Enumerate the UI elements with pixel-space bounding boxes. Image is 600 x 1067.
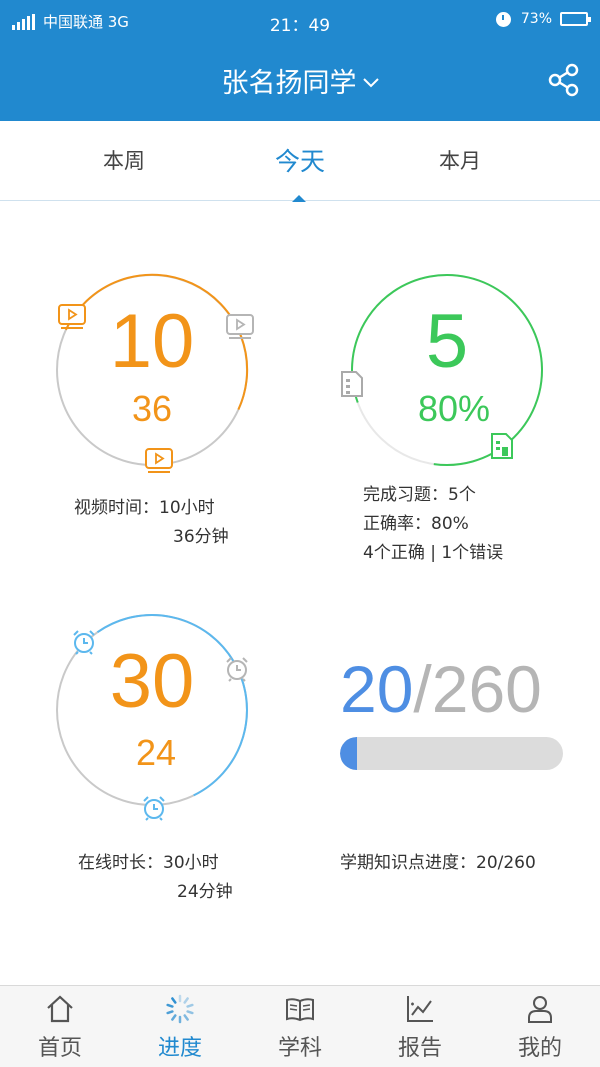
nav-mine-label: 我的 [517,1036,562,1061]
document-icon [340,370,364,402]
knowledge-progress-number: 20/260 [340,650,570,728]
tab-today[interactable]: 今天 [240,142,360,178]
battery-icon [560,12,591,26]
nav-progress-label: 进度 [157,1036,202,1061]
user-icon [528,996,552,1023]
tab-week[interactable]: 本周 [64,145,184,175]
book-icon [286,998,314,1022]
battery-text: 73% [520,11,552,27]
video-play-icon [58,304,86,334]
video-play-icon [226,314,254,344]
status-right: 73% [495,11,591,27]
knowledge-label: 学期知识点进度：20/260 [340,853,536,873]
online-line1: 30小时 [163,853,219,873]
nav-subjects[interactable]: 学科 [240,986,360,1067]
nav-subjects-label: 学科 [277,1036,322,1061]
nav-report[interactable]: 报告 [360,986,480,1067]
video-line2: 36分钟 [173,527,229,547]
exercise-label: 完成习题：5个 正确率：80% 4个正确 | 1个错误 [363,481,503,568]
alarm-status-icon [495,11,511,27]
status-bar: 中国联通 3G 21：49 73% [0,0,600,44]
knowledge-total: /260 [413,652,542,726]
share-icon[interactable] [546,62,582,98]
online-label: 在线时长： [78,853,163,873]
knowledge-progress-fill [340,737,358,770]
exercise-line2: 正确率：80% [363,514,469,534]
video-label: 视频时间： [74,498,159,518]
chevron-down-icon [362,60,379,100]
online-line2: 24分钟 [177,882,233,902]
video-time-label: 视频时间：10小时 36分钟 [74,494,229,552]
nav-progress[interactable]: 进度 [120,986,240,1067]
alarm-clock-icon [224,656,250,686]
video-time-widget[interactable]: 10 36 [54,272,250,468]
active-tab-indicator [292,195,306,202]
exercise-line1: 完成习题：5个 [363,485,476,505]
chart-icon [407,996,433,1022]
knowledge-done: 20 [340,652,414,726]
tab-month[interactable]: 本月 [400,145,520,175]
nav-home-label: 首页 [37,1036,82,1061]
online-minutes: 24 [135,732,177,773]
page-title: 张名扬同学 [221,68,357,99]
alarm-clock-icon [141,795,167,825]
exercise-accuracy: 80% [417,388,491,429]
exercise-line3: 4个正确 | 1个错误 [363,543,504,563]
period-tabs: 本周 今天 本月 [0,121,600,202]
alarm-clock-icon [71,629,97,659]
top-bar: 中国联通 3G 21：49 73% 张名扬同学 [0,0,600,121]
bottom-nav: 首页 进度 学科 报告 我的 [0,985,600,1067]
video-play-icon [145,448,173,478]
knowledge-progress-bar [340,737,563,770]
online-time-label: 在线时长：30小时 24分钟 [78,849,233,907]
nav-report-label: 报告 [397,1036,442,1061]
video-line1: 10小时 [159,498,215,518]
progress-spinner-icon [166,994,194,1024]
document-icon [490,432,514,464]
nav-home[interactable]: 首页 [0,986,120,1067]
nav-mine[interactable]: 我的 [480,986,600,1067]
exercise-count: 5 [425,299,469,384]
home-icon [47,995,73,1023]
student-selector[interactable]: 张名扬同学 [0,60,600,104]
exercise-widget[interactable]: 5 80% [349,272,545,468]
video-minutes: 36 [131,388,173,429]
